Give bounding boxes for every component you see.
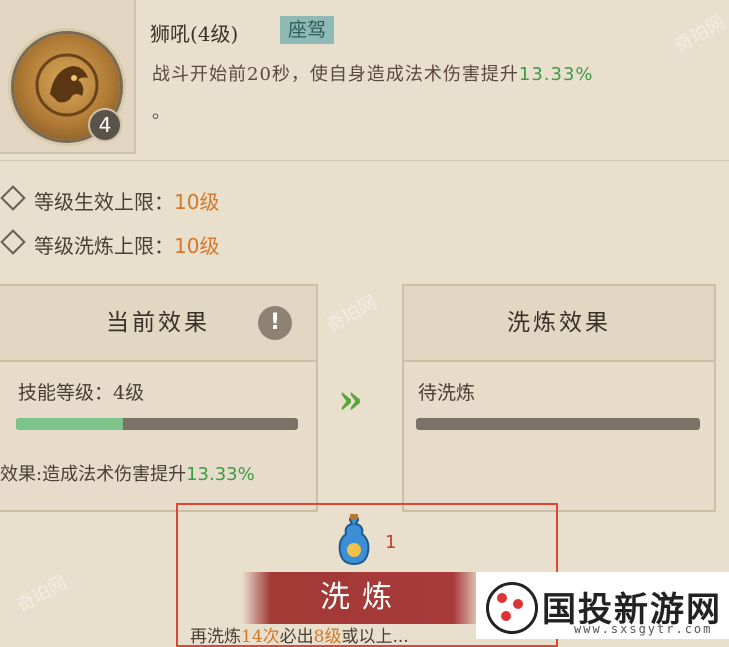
refine-level-limit-row: 等级洗炼上限：10级 [0,229,220,259]
faint-watermark: 奇珀网 [13,571,71,617]
limit-value: 10级 [174,190,220,214]
faint-watermark: 奇珀网 [323,291,381,337]
skill-icon-card: 4 [0,0,136,154]
refine-button[interactable]: 洗炼 [242,572,482,624]
diamond-bullet-icon [0,229,26,255]
refine-level-progress-bar [416,418,700,430]
effective-level-limit-row: 等级生效上限：10级 [0,185,220,215]
refine-item-count: 1 [385,532,397,553]
hint-level: 8级 [313,627,342,647]
gourd-item-icon [336,514,372,570]
skill-description-end: 。 [152,102,170,123]
limit-label: 等级生效上限： [34,190,174,214]
site-watermark-url: www.sxsgytr.com [574,622,713,636]
refine-effect-panel: 洗炼效果 待洗炼 [402,284,716,512]
skill-level-badge: 4 [88,108,122,142]
hint-prefix: 再洗炼 [190,627,241,647]
faint-watermark: 奇珀网 [671,11,729,57]
skill-type-tag: 座驾 [280,16,335,44]
current-effect-line: 效果:造成法术伤害提升13.33% [0,460,255,486]
limit-label: 等级洗炼上限： [34,234,174,258]
skill-description-value: 13.33% [518,64,594,85]
current-level-progress-fill [16,418,124,430]
hint-mid: 必出 [279,627,314,647]
info-exclamation-icon[interactable]: ! [258,306,292,340]
refine-status-text: 待洗炼 [418,382,476,404]
hint-count: 14次 [241,627,280,647]
limit-value: 10级 [174,234,220,258]
refine-guarantee-hint: 再洗炼14次必出8级或以上... [190,622,409,647]
hint-suffix: 或以上... [341,627,409,647]
skill-description: 战斗开始前20秒，使自身造成法术伤害提升13.33% [152,60,594,86]
current-level-progress-bar [16,418,298,430]
skill-description-text: 战斗开始前20秒，使自身造成法术伤害提升 [152,64,519,85]
current-effect-value: 13.33% [186,464,255,485]
current-effect-label: 效果:造成法术伤害提升 [0,464,187,485]
current-skill-level: 技能等级：4级 [18,382,145,404]
double-chevron-right-icon: » [338,376,363,423]
divider [0,160,729,161]
skill-title: 狮吼(4级) [150,22,239,46]
diamond-bullet-icon [0,185,26,211]
site-logo-icon [486,582,538,634]
refine-effect-title: 洗炼效果 [404,286,714,362]
